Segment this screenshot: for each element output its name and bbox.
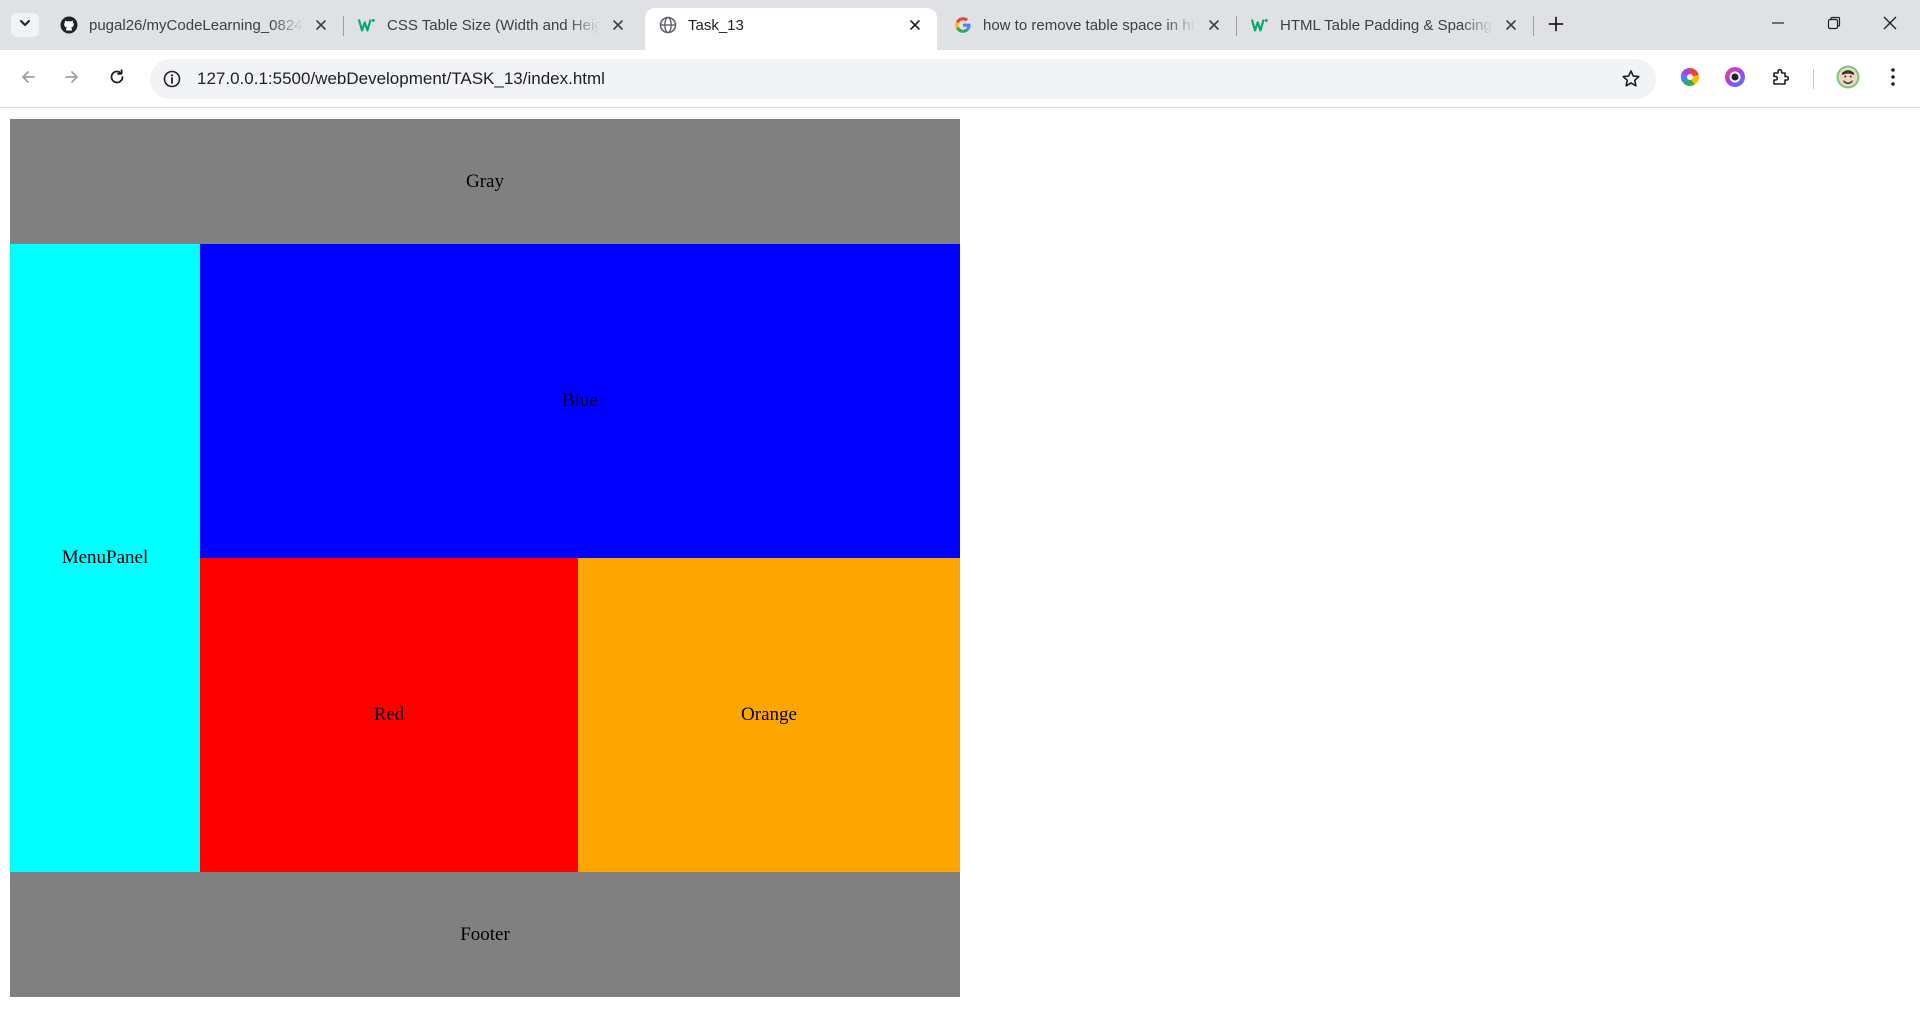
tab-search-button[interactable] (11, 13, 39, 37)
footer-cell-label: Footer (460, 923, 510, 945)
menu-panel-cell: MenuPanel (10, 244, 200, 872)
red-cell: Red (200, 558, 578, 872)
restore-button[interactable] (1806, 0, 1862, 50)
arrow-left-icon (19, 68, 37, 91)
avatar-icon (1836, 65, 1860, 94)
color-wheel-extension-button[interactable] (1676, 65, 1704, 93)
color-wheel-icon (1679, 66, 1701, 93)
header-cell-label: Gray (466, 170, 504, 192)
tab-w3schools-table-size[interactable]: CSS Table Size (Width and Height) (344, 8, 640, 42)
puzzle-icon (1771, 67, 1791, 92)
tab-task-13[interactable]: Task_13 (645, 8, 937, 50)
new-tab-button[interactable] (1543, 13, 1569, 39)
orange-cell: Orange (578, 558, 960, 872)
screen-recorder-extension-button[interactable] (1721, 65, 1749, 93)
close-icon[interactable] (1204, 15, 1224, 35)
close-icon[interactable] (608, 15, 628, 35)
tab-title: Task_13 (688, 16, 744, 34)
plus-icon (1548, 16, 1564, 37)
screen-recorder-icon (1724, 66, 1746, 93)
tab-title: how to remove table space in html (983, 16, 1196, 34)
orange-cell-label: Orange (741, 704, 797, 725)
toolbar-separator (1813, 69, 1814, 89)
back-button[interactable] (12, 63, 44, 95)
page-viewport: Gray MenuPanel Blue Red Orange Footer (0, 108, 1920, 1020)
tab-title: pugal26/myCodeLearning_0824 (89, 16, 303, 34)
browser-menu-button[interactable] (1879, 65, 1907, 93)
header-cell: Gray (10, 119, 960, 244)
tab-separator (1533, 16, 1534, 36)
reload-button[interactable] (101, 63, 133, 95)
restore-icon (1827, 16, 1841, 35)
kebab-menu-icon (1890, 67, 1896, 92)
forward-button[interactable] (56, 63, 88, 95)
star-icon[interactable] (1620, 68, 1642, 90)
footer-cell: Footer (10, 872, 960, 997)
close-icon[interactable] (905, 15, 925, 35)
w3schools-icon (358, 16, 376, 34)
tab-google-search[interactable]: how to remove table space in html (940, 8, 1236, 42)
minimize-button[interactable] (1750, 0, 1806, 50)
w3schools-icon (1251, 16, 1269, 34)
close-icon[interactable] (311, 15, 331, 35)
tab-strip: pugal26/myCodeLearning_0824 CSS Table Si… (0, 0, 1920, 50)
close-window-button[interactable] (1862, 0, 1918, 50)
tab-title: CSS Table Size (Width and Height) (387, 16, 600, 34)
arrow-right-icon (63, 68, 81, 91)
github-icon (60, 16, 78, 34)
browser-toolbar: 127.0.0.1:5500/webDevelopment/TASK_13/in… (0, 50, 1920, 108)
tab-title: HTML Table Padding & Spacing (1280, 16, 1492, 34)
chevron-down-icon (18, 16, 32, 35)
menu-panel-label: MenuPanel (61, 547, 149, 568)
close-icon[interactable] (1501, 15, 1521, 35)
address-bar[interactable]: 127.0.0.1:5500/webDevelopment/TASK_13/in… (150, 59, 1656, 99)
tab-w3schools-padding[interactable]: HTML Table Padding & Spacing (1237, 8, 1533, 42)
url-text[interactable]: 127.0.0.1:5500/webDevelopment/TASK_13/in… (197, 69, 605, 89)
reload-icon (108, 68, 126, 91)
extensions-button[interactable] (1767, 65, 1795, 93)
red-cell-label: Red (373, 704, 405, 725)
profile-button[interactable] (1834, 65, 1862, 93)
minimize-icon (1771, 16, 1785, 35)
tab-github[interactable]: pugal26/myCodeLearning_0824 (46, 8, 343, 42)
blue-cell: Blue (200, 244, 960, 558)
google-icon (954, 16, 972, 34)
blue-cell-label: Blue (562, 390, 598, 411)
close-icon (1882, 15, 1898, 36)
globe-icon (659, 16, 677, 34)
info-icon[interactable] (162, 69, 182, 89)
layout-table: Gray MenuPanel Blue Red Orange Footer (10, 119, 960, 997)
